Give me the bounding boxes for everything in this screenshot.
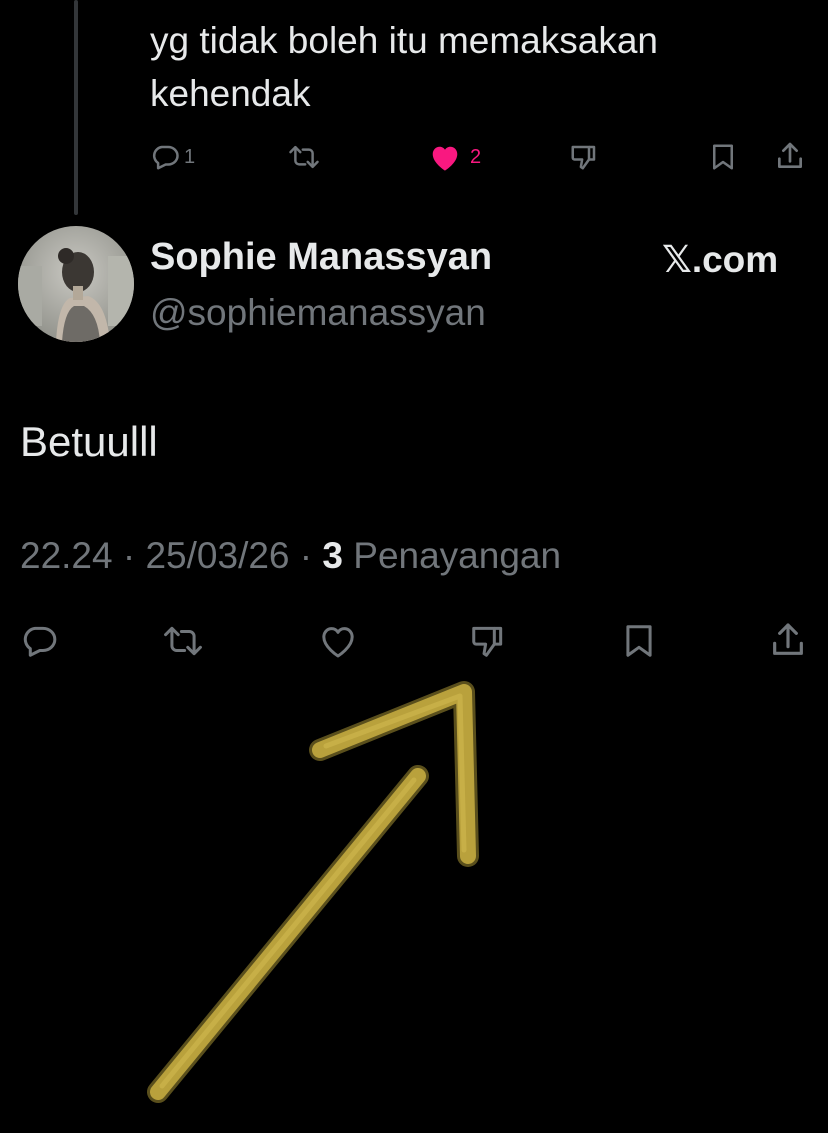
previous-reply-actions: 1 2: [0, 138, 828, 178]
share-icon: [768, 620, 808, 660]
author-name[interactable]: Sophie Manassyan: [150, 236, 492, 279]
heart-icon: [318, 622, 358, 660]
views-count: 3: [322, 535, 343, 576]
thumbs-down-icon: [468, 622, 508, 660]
author-handle[interactable]: @sophiemanassyan: [150, 292, 486, 334]
previous-retweet-button[interactable]: [288, 142, 320, 172]
reply-button[interactable]: [20, 622, 58, 660]
retweet-icon: [288, 142, 320, 172]
bookmark-icon: [620, 622, 658, 660]
retweet-button[interactable]: [162, 622, 204, 660]
tweet-text: Betuulll: [20, 418, 158, 465]
heart-icon: [428, 142, 462, 172]
previous-reply-text: yg tidak boleh itu memaksakan kehendak: [150, 20, 658, 114]
previous-dislike-button[interactable]: [568, 142, 600, 172]
meta-separator: ·: [122, 535, 136, 576]
thread-line: [74, 0, 78, 215]
like-count: 2: [470, 145, 482, 168]
reply-icon: [150, 142, 180, 172]
like-button[interactable]: [318, 622, 358, 660]
previous-share-button[interactable]: [774, 140, 806, 172]
reply-count: 1: [184, 145, 196, 168]
tweet-meta: 22.24 · 25/03/26 · 3 Penayangan: [20, 535, 561, 577]
share-icon: [774, 140, 806, 172]
reply-icon: [20, 622, 58, 660]
brand-domain: .com: [691, 238, 779, 280]
share-button[interactable]: [768, 620, 808, 660]
avatar-photo: [18, 226, 134, 342]
tweet-date[interactable]: 25/03/26: [145, 535, 289, 576]
meta-separator: ·: [299, 535, 313, 576]
bookmark-icon: [708, 142, 738, 172]
tweet-time[interactable]: 22.24: [20, 535, 113, 576]
bookmark-button[interactable]: [620, 622, 658, 660]
retweet-icon: [162, 622, 204, 660]
avatar[interactable]: [18, 226, 134, 342]
previous-like-button[interactable]: 2: [428, 142, 481, 172]
views-label: Penayangan: [353, 535, 562, 576]
x-logo-icon: 𝕏: [662, 238, 692, 281]
thumbs-down-icon: [568, 142, 600, 172]
dislike-button[interactable]: [468, 622, 508, 660]
tweet-actions: [0, 620, 828, 664]
previous-bookmark-button[interactable]: [708, 142, 738, 172]
brand-label: 𝕏 .com: [662, 238, 778, 281]
previous-reply-button[interactable]: 1: [150, 142, 195, 172]
